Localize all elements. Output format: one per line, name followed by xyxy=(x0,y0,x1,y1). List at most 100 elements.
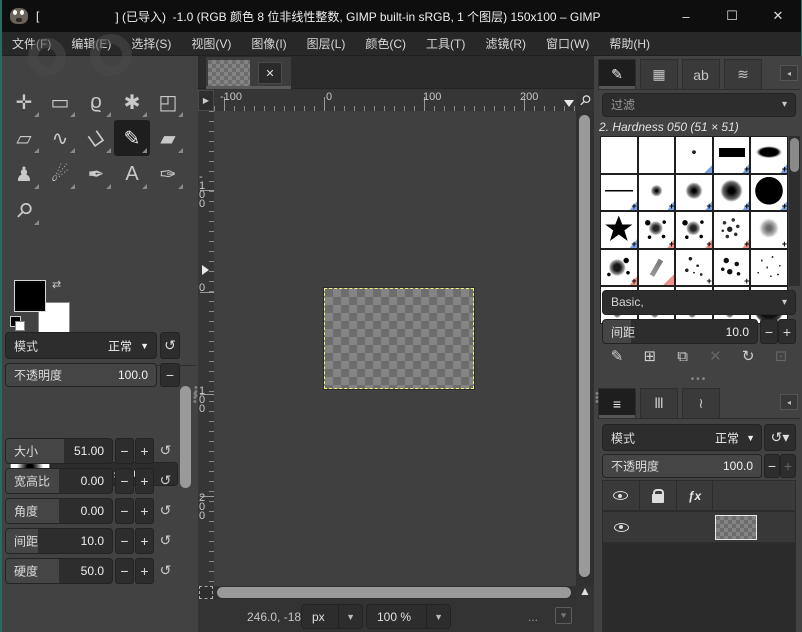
label-200[interactable]: 200 xyxy=(199,494,207,521)
maximize-button[interactable]: ☐ xyxy=(709,0,755,32)
image-canvas[interactable] xyxy=(324,288,474,389)
ink-tool[interactable]: ✒ xyxy=(78,156,114,192)
navigation-button[interactable]: ▲ xyxy=(577,584,593,600)
duplicate-brush-button[interactable]: ⧉ xyxy=(670,345,696,367)
layer-thumbnail[interactable] xyxy=(715,515,757,540)
brush-spacing-slider[interactable]: 间距 10.0 xyxy=(602,319,758,344)
paintbrush-tool[interactable]: ✎ xyxy=(114,120,150,156)
crop-tool[interactable]: ◰ xyxy=(150,84,186,120)
tab-brushes[interactable]: ✎ xyxy=(598,59,636,89)
brush-hardness-100[interactable] xyxy=(750,174,788,212)
hardness-reset-button[interactable]: ↺ xyxy=(156,558,175,582)
free-select-tool[interactable]: ϱ xyxy=(78,84,114,120)
minimize-button[interactable]: – xyxy=(663,0,709,32)
brush-tag-dropdown[interactable]: Basic, ▾ xyxy=(602,290,796,315)
brush-block[interactable] xyxy=(713,136,751,174)
warp-transform-tool[interactable]: ∿ xyxy=(42,120,78,156)
image-tab[interactable]: ✕ xyxy=(206,57,291,89)
layer-mode-switch-button[interactable]: ↺▾ xyxy=(764,424,796,451)
layer-row[interactable] xyxy=(603,512,795,543)
brush-acrylic-4[interactable] xyxy=(750,211,788,249)
spacing-slider[interactable]: 间距 10.0 xyxy=(5,528,113,554)
spacing-increase-button[interactable]: + xyxy=(135,528,154,554)
opacity-decrease-button[interactable]: − xyxy=(160,363,180,387)
text-tool[interactable]: A xyxy=(114,156,150,192)
move-tool[interactable]: ✛ xyxy=(6,84,42,120)
ruler-corner-menu-button[interactable]: ▶ xyxy=(198,90,214,111)
layer-visibility-eye-icon[interactable] xyxy=(614,523,629,532)
effects-column-toggle[interactable]: ƒx xyxy=(677,481,714,510)
brush-hardness-025[interactable] xyxy=(638,174,676,212)
brush-grid-scrollbar[interactable] xyxy=(789,136,800,286)
label-200[interactable]: 200 xyxy=(520,91,538,103)
zoom-follow-window-button[interactable]: ⚲ xyxy=(576,90,594,111)
aspect-reset-button[interactable]: ↺ xyxy=(156,468,175,492)
brush-acrylic-1[interactable] xyxy=(638,211,676,249)
quick-mask-toggle[interactable] xyxy=(199,586,213,599)
opacity-slider[interactable]: 不透明度 100.0 xyxy=(5,363,157,387)
canvas-hscrollbar[interactable] xyxy=(214,586,576,599)
vertical-ruler[interactable]: -1000100200 xyxy=(198,111,214,586)
size-reset-button[interactable]: ↺ xyxy=(156,438,175,462)
eraser-tool[interactable]: ▰ xyxy=(150,120,186,156)
menu-filters[interactable]: 滤镜(R) xyxy=(475,31,536,56)
tab-fonts[interactable]: ab xyxy=(682,59,720,89)
tab-paths[interactable]: ≀ xyxy=(682,388,720,418)
default-colors-icon[interactable] xyxy=(10,316,21,327)
refresh-brushes-button[interactable]: ↻ xyxy=(735,345,761,367)
zoom-dropdown[interactable]: 100 %▼ xyxy=(366,604,451,629)
angle-slider[interactable]: 角度 0.00 xyxy=(5,498,113,524)
brush-smear[interactable] xyxy=(638,249,676,287)
close-button[interactable]: ✕ xyxy=(755,0,801,32)
tab-patterns[interactable]: ▦ xyxy=(640,59,678,89)
horizontal-ruler[interactable]: -100 0 100 200 xyxy=(214,90,576,111)
label-0[interactable]: 0 xyxy=(199,284,207,293)
menu-windows[interactable]: 窗口(W) xyxy=(536,31,599,56)
spacing-decrease-button[interactable]: − xyxy=(115,528,134,554)
smudge-tool[interactable]: ☄ xyxy=(42,156,78,192)
fuzzy-select-tool[interactable]: ✱ xyxy=(114,84,150,120)
brush-hardness-050[interactable] xyxy=(675,174,713,212)
canvas-viewport[interactable] xyxy=(214,111,576,586)
toolbox-divider-grip[interactable]: ••• xyxy=(193,392,197,404)
bucket-fill-tool[interactable]: ⊔ xyxy=(78,120,114,156)
angle-increase-button[interactable]: + xyxy=(135,498,154,524)
label-100[interactable]: 100 xyxy=(423,91,441,103)
paint-mode-dropdown[interactable]: 模式 正常 ▼ xyxy=(5,332,157,359)
menu-image[interactable]: 图像(I) xyxy=(241,31,296,56)
brush-blank[interactable] xyxy=(638,136,676,174)
brush-acrylic-2[interactable] xyxy=(675,211,713,249)
reset-mode-button[interactable]: ↺ xyxy=(160,332,180,359)
hardness-increase-button[interactable]: + xyxy=(135,558,154,584)
spacing-reset-button[interactable]: ↺ xyxy=(156,528,175,552)
brush-ellipse[interactable] xyxy=(750,136,788,174)
label-0[interactable]: 0 xyxy=(326,91,332,103)
brush-spacing-decrease-button[interactable]: − xyxy=(760,319,778,344)
menu-help[interactable]: 帮助(H) xyxy=(599,31,660,56)
menu-layer[interactable]: 图层(L) xyxy=(297,31,356,56)
label-100[interactable]: 100 xyxy=(199,387,207,414)
brush-pepper-1[interactable] xyxy=(675,249,713,287)
brush-tiny-dot[interactable] xyxy=(675,136,713,174)
unified-transform-tool[interactable]: ▱ xyxy=(6,120,42,156)
dock-menu-button[interactable]: ◂ xyxy=(780,65,798,81)
menu-colors[interactable]: 颜色(C) xyxy=(355,31,416,56)
hardness-decrease-button[interactable]: − xyxy=(115,558,134,584)
close-image-icon[interactable]: ✕ xyxy=(258,62,282,84)
size-decrease-button[interactable]: − xyxy=(115,438,134,464)
canvas-vscrollbar[interactable] xyxy=(576,111,594,586)
brush-spacing-increase-button[interactable]: + xyxy=(778,319,796,344)
unit-dropdown[interactable]: px▼ xyxy=(301,604,363,629)
brush-line[interactable] xyxy=(600,174,638,212)
foreground-color-swatch[interactable] xyxy=(14,280,46,312)
tab-channels[interactable]: Ⅲ xyxy=(640,388,678,418)
label--100[interactable]: -100 xyxy=(220,91,242,103)
tab-gradients[interactable]: ≋ xyxy=(724,59,762,89)
brush-dots[interactable] xyxy=(750,249,788,287)
dock-resize-handle[interactable]: ••• xyxy=(691,374,708,385)
color-picker-tool[interactable]: ✑ xyxy=(150,156,186,192)
layer-opacity-slider[interactable]: 不透明度 100.0 xyxy=(602,454,762,478)
brush-acrylic-5[interactable] xyxy=(600,249,638,287)
brush-acrylic-3[interactable] xyxy=(713,211,751,249)
size-slider[interactable]: 大小 51.00 xyxy=(5,438,113,464)
